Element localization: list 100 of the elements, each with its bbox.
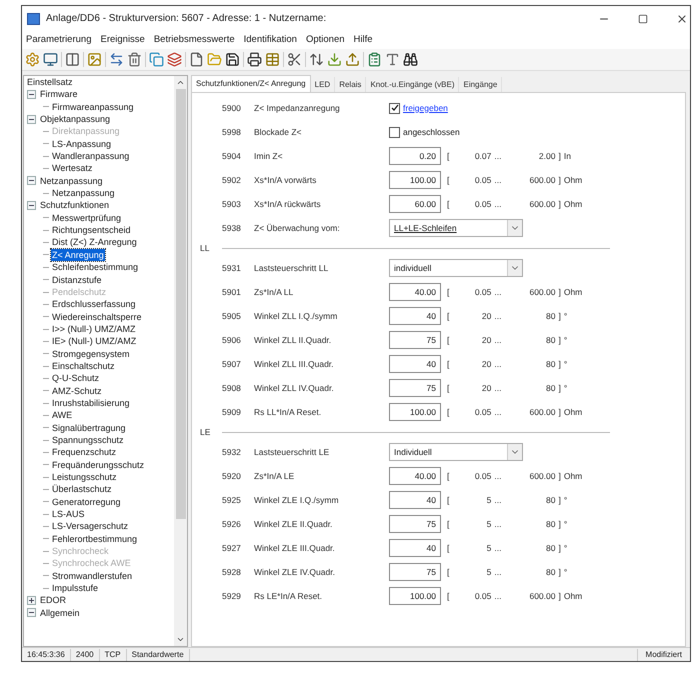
- tree-item[interactable]: Fehlerortbestimmung: [51, 532, 138, 546]
- expand-icon[interactable]: [27, 596, 36, 606]
- menu-item[interactable]: Identifikation: [244, 32, 297, 48]
- tree-item[interactable]: Wertesatz: [51, 162, 94, 175]
- tree-item[interactable]: Signalübertragung: [51, 422, 127, 434]
- menu-item[interactable]: Optionen: [306, 32, 345, 48]
- layers-icon[interactable]: [167, 52, 182, 67]
- tree-item[interactable]: Richtungsentscheid: [51, 224, 132, 236]
- number-field[interactable]: 100.00: [389, 403, 441, 421]
- tree-item[interactable]: EDOR: [40, 594, 66, 607]
- table-icon[interactable]: [265, 52, 280, 67]
- tree-item[interactable]: Spannungsschutz: [51, 434, 125, 446]
- tree-item[interactable]: Erdschlusserfassung: [51, 298, 137, 311]
- gear-icon[interactable]: [25, 52, 40, 67]
- number-field[interactable]: 100.00: [389, 171, 441, 189]
- number-field[interactable]: 75: [389, 563, 441, 581]
- tree-item[interactable]: Z< Anregung: [51, 248, 105, 262]
- number-field[interactable]: 40.00: [389, 283, 441, 301]
- monitor-icon[interactable]: [43, 52, 58, 67]
- number-field[interactable]: 40: [389, 539, 441, 557]
- scroll-up-icon[interactable]: [176, 78, 185, 87]
- trash-icon[interactable]: [127, 52, 142, 67]
- tree-item[interactable]: Inrushstabilisierung: [51, 396, 131, 410]
- checkbox[interactable]: [389, 102, 400, 114]
- upload-icon[interactable]: [345, 52, 360, 67]
- tree-item[interactable]: Frequänderungsschutz: [51, 458, 146, 471]
- unit: Ohm: [564, 198, 582, 210]
- number-field[interactable]: 60.00: [389, 195, 441, 213]
- tree-item[interactable]: Firmwareanpassung: [51, 100, 135, 114]
- number-field[interactable]: 0.20: [389, 147, 441, 165]
- dropdown[interactable]: Individuell: [389, 443, 523, 461]
- menu-item[interactable]: Parametrierung: [26, 32, 92, 48]
- tree-item[interactable]: Distanzstufe: [51, 274, 103, 286]
- tree-item[interactable]: Objektanpassung: [40, 113, 110, 126]
- number-field[interactable]: 40: [389, 491, 441, 509]
- number-field[interactable]: 75: [389, 331, 441, 349]
- tree-item[interactable]: Schutzfunktionen: [40, 199, 110, 212]
- tree-item[interactable]: Allgemein: [40, 606, 80, 620]
- collapse-icon[interactable]: [27, 176, 36, 186]
- tree-item[interactable]: Leistungsschutz: [51, 471, 118, 484]
- arrows-icon[interactable]: [109, 52, 124, 67]
- clipboard-icon[interactable]: [367, 52, 382, 67]
- dropdown[interactable]: individuell: [389, 259, 523, 277]
- copy-icon[interactable]: [149, 52, 164, 67]
- tree-item[interactable]: IE> (Null-) UMZ/AMZ: [51, 335, 138, 348]
- tree-item[interactable]: Messwertprüfung: [51, 212, 122, 224]
- collapse-icon[interactable]: [27, 90, 36, 100]
- tree-item[interactable]: LS-Versagerschutz: [51, 520, 130, 533]
- number-field[interactable]: 75: [389, 515, 441, 533]
- number-field[interactable]: 40: [389, 355, 441, 373]
- download-icon[interactable]: [327, 52, 342, 67]
- scroll-thumb[interactable]: [176, 89, 186, 519]
- maximize-icon[interactable]: [638, 14, 648, 24]
- tree-item[interactable]: Netzanpassung: [51, 187, 116, 200]
- tree-item[interactable]: Firmware: [40, 88, 78, 101]
- tree-item[interactable]: Q-U-Schutz: [51, 372, 100, 385]
- tree-item[interactable]: Stromwandlerstufen: [51, 570, 134, 582]
- image-icon[interactable]: [87, 52, 102, 67]
- collapse-icon[interactable]: [27, 114, 36, 124]
- number-field[interactable]: 40: [389, 307, 441, 325]
- tree-item[interactable]: AMZ-Schutz: [51, 384, 103, 397]
- tree-item[interactable]: Dist (Z<) Z-Anregung: [51, 236, 138, 249]
- tree-item[interactable]: Überlastschutz: [51, 483, 113, 496]
- tree-item[interactable]: I>> (Null-) UMZ/AMZ: [51, 322, 137, 336]
- menu-item[interactable]: Ereignisse: [100, 32, 145, 48]
- tree-item[interactable]: Netzanpassung: [40, 174, 103, 188]
- tree-item[interactable]: Einschaltschutz: [51, 360, 116, 372]
- number-field[interactable]: 75: [389, 379, 441, 397]
- collapse-icon[interactable]: [27, 608, 36, 618]
- scroll-down-icon[interactable]: [176, 635, 185, 644]
- number-field[interactable]: 40.00: [389, 467, 441, 485]
- menu-item[interactable]: Betriebsmesswerte: [154, 32, 235, 48]
- printer-icon[interactable]: [247, 52, 262, 67]
- collapse-icon[interactable]: [27, 201, 36, 210]
- scissors-icon[interactable]: [287, 52, 302, 67]
- tree-item[interactable]: LS-AUS: [51, 508, 86, 520]
- tree-item[interactable]: Frequenzschutz: [51, 446, 118, 459]
- tree-item[interactable]: Wiedereinschaltsperre: [51, 310, 143, 323]
- file-icon[interactable]: [189, 52, 204, 67]
- tree-item[interactable]: Wandleranpassung: [51, 150, 130, 162]
- menu-item[interactable]: Hilfe: [354, 32, 373, 48]
- tree-item[interactable]: AWE: [51, 409, 74, 422]
- close-icon[interactable]: [676, 12, 688, 24]
- checkbox[interactable]: [389, 126, 400, 138]
- tab[interactable]: Schutzfunktionen/Z< Anregung: [191, 75, 311, 92]
- scrollbar[interactable]: [174, 76, 187, 646]
- up-down-arrow-icon[interactable]: [309, 52, 324, 67]
- number-field[interactable]: 100.00: [389, 587, 441, 605]
- tree-item[interactable]: Schleifenbestimmung: [51, 261, 140, 274]
- tree-item[interactable]: Impulsstufe: [51, 582, 100, 594]
- font-icon[interactable]: [385, 52, 400, 67]
- save-icon[interactable]: [225, 52, 240, 67]
- tree-item[interactable]: Generatorregung: [51, 496, 122, 508]
- parameter-number: 5908: [222, 382, 242, 394]
- binoculars-icon[interactable]: [403, 52, 418, 67]
- columns-icon[interactable]: [65, 52, 80, 67]
- tree-item[interactable]: Stromgegensystem: [51, 348, 131, 360]
- tree-item[interactable]: LS-Anpassung: [51, 138, 112, 150]
- dropdown[interactable]: LL+LE-Schleifen: [389, 219, 523, 237]
- link[interactable]: freigegeben: [403, 102, 448, 114]
